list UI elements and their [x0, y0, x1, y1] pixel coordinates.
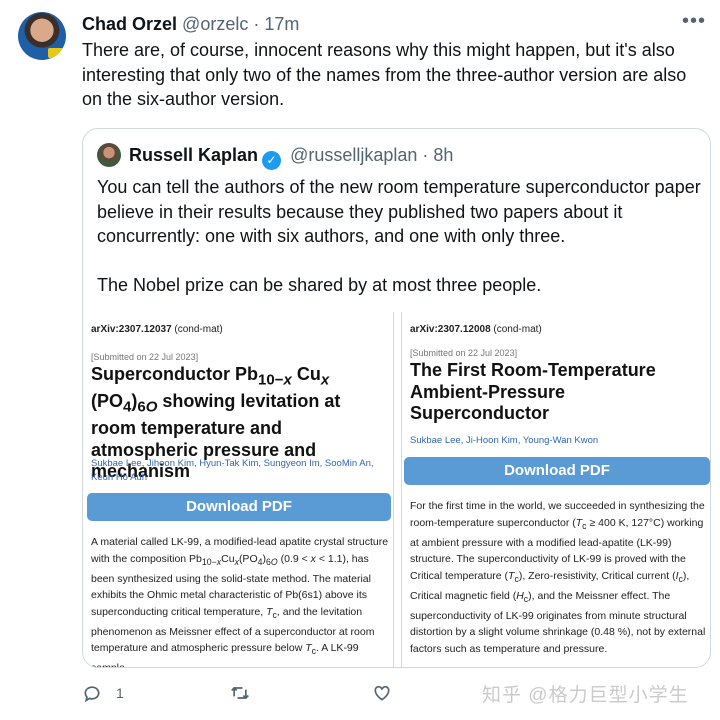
separator-dot: · — [253, 14, 260, 34]
submitted-date: [Submitted on 22 Jul 2023] — [410, 348, 518, 358]
quoted-tweet[interactable]: Russell Kaplan ✓ @russelljkaplan · 8h You… — [82, 128, 711, 668]
author-name[interactable]: Chad Orzel — [82, 14, 177, 34]
paper-title: The First Room-Temperature Ambient-Press… — [410, 360, 656, 423]
arxiv-id: arXiv:2307.12037 (cond-mat) — [91, 324, 223, 335]
author-handle[interactable]: @orzelc — [182, 14, 248, 34]
reply-button[interactable]: 1 — [82, 683, 124, 703]
paper-authors: Sukbae Lee, Jihoon Kim, Hyun-Tak Kim, Su… — [91, 458, 374, 483]
reply-count: 1 — [116, 685, 124, 701]
quoted-tweet-header: Russell Kaplan ✓ @russelljkaplan · 8h — [129, 142, 453, 170]
arxiv-id: arXiv:2307.12008 (cond-mat) — [410, 324, 542, 335]
quoted-author-name[interactable]: Russell Kaplan — [129, 145, 258, 165]
reply-icon — [84, 686, 100, 703]
heart-icon — [374, 685, 390, 701]
tweet: Chad Orzel @orzelc · 17m ••• There are, … — [0, 0, 720, 720]
watermark: 知乎 @格力巨型小学生 — [482, 685, 689, 706]
quoted-paragraph-2: The Nobel prize can be shared by at most… — [97, 274, 542, 295]
verified-badge-icon: ✓ — [262, 151, 282, 170]
tweet-timestamp[interactable]: 17m — [264, 14, 299, 34]
quoted-author-handle[interactable]: @russelljkaplan — [290, 145, 417, 165]
submitted-date: [Submitted on 22 Jul 2023] — [91, 352, 199, 362]
like-button[interactable] — [372, 683, 392, 703]
download-pdf-button: Download PDF — [87, 493, 391, 521]
quoted-tweet-text: You can tell the authors of the new room… — [97, 175, 707, 297]
author-avatar[interactable] — [18, 12, 66, 60]
tweet-text: There are, of course, innocent reasons w… — [82, 40, 687, 109]
quoted-author-avatar[interactable] — [97, 143, 121, 167]
retweet-icon — [231, 686, 249, 700]
paper-image-six-author[interactable]: ———— ——— ——— ———— arXiv:2307.12037 (cond… — [83, 312, 394, 667]
paper-image-three-author[interactable]: ———— ——— ——— ———— arXiv:2307.12008 (cond… — [401, 312, 710, 667]
retweet-button[interactable] — [230, 683, 250, 703]
separator-dot: · — [422, 145, 429, 165]
more-horizontal-icon[interactable]: ••• — [682, 10, 706, 33]
paper-abstract: A material called LK-99, a modified-lead… — [91, 536, 389, 667]
paper-authors: Sukbae Lee, Ji-Hoon Kim, Young-Wan Kwon — [410, 435, 599, 446]
paper-abstract: For the first time in the world, we succ… — [410, 500, 706, 655]
quoted-tweet-timestamp[interactable]: 8h — [433, 145, 453, 165]
quoted-paragraph-1: You can tell the authors of the new room… — [97, 177, 701, 246]
download-pdf-button: Download PDF — [404, 457, 710, 485]
tweet-header: Chad Orzel @orzelc · 17m — [82, 12, 299, 36]
